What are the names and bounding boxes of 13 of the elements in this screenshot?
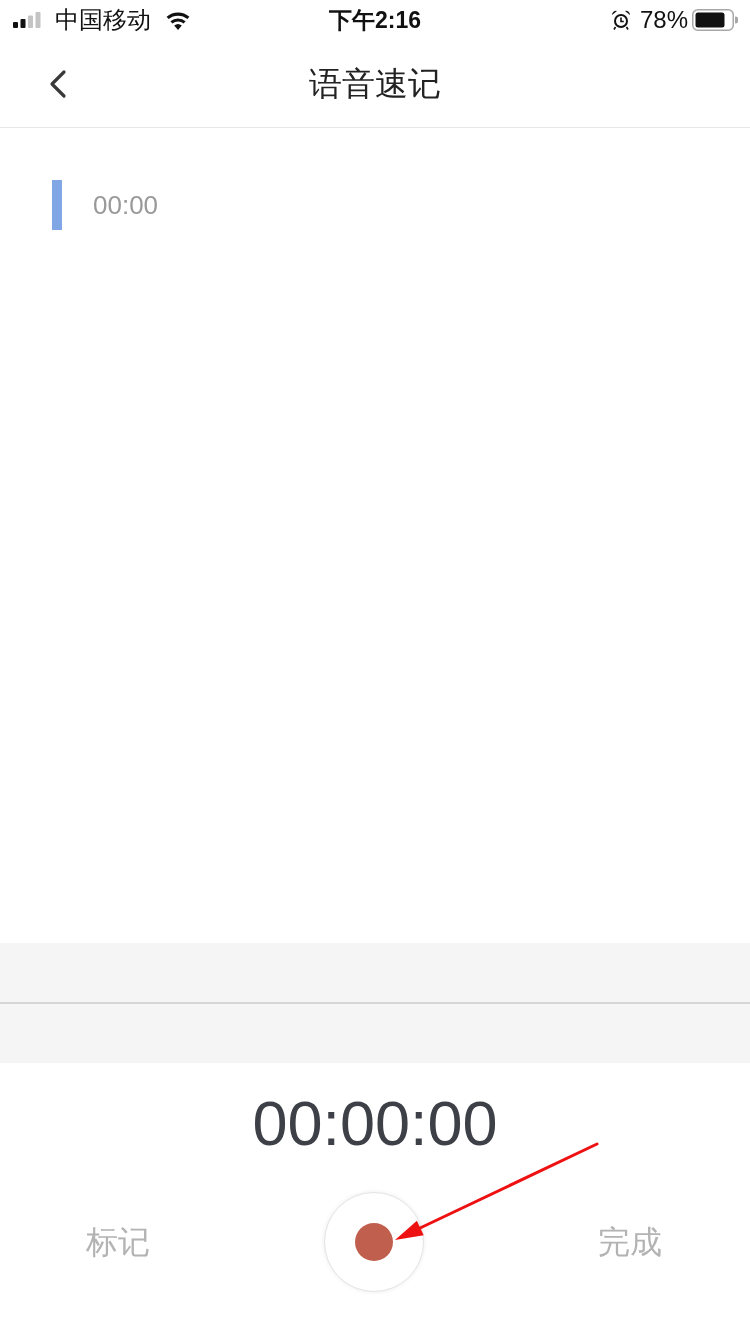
clock-time: 下午2:16: [329, 6, 421, 34]
battery-percent: 78%: [639, 6, 688, 34]
carrier-name: 中国移动: [55, 6, 151, 34]
page-title: 语音速记: [309, 63, 441, 104]
wifi-icon: [165, 10, 191, 30]
segment-timestamp: 00:00: [93, 189, 159, 221]
battery-icon: [692, 9, 738, 31]
record-dot-icon: [355, 1223, 393, 1261]
recording-timer: 00:00:00: [252, 1090, 498, 1156]
back-chevron-icon: [48, 69, 68, 99]
accent-bar-icon: [52, 180, 62, 230]
alarm-clock-icon: [610, 10, 631, 30]
signal-icon: [13, 12, 41, 28]
